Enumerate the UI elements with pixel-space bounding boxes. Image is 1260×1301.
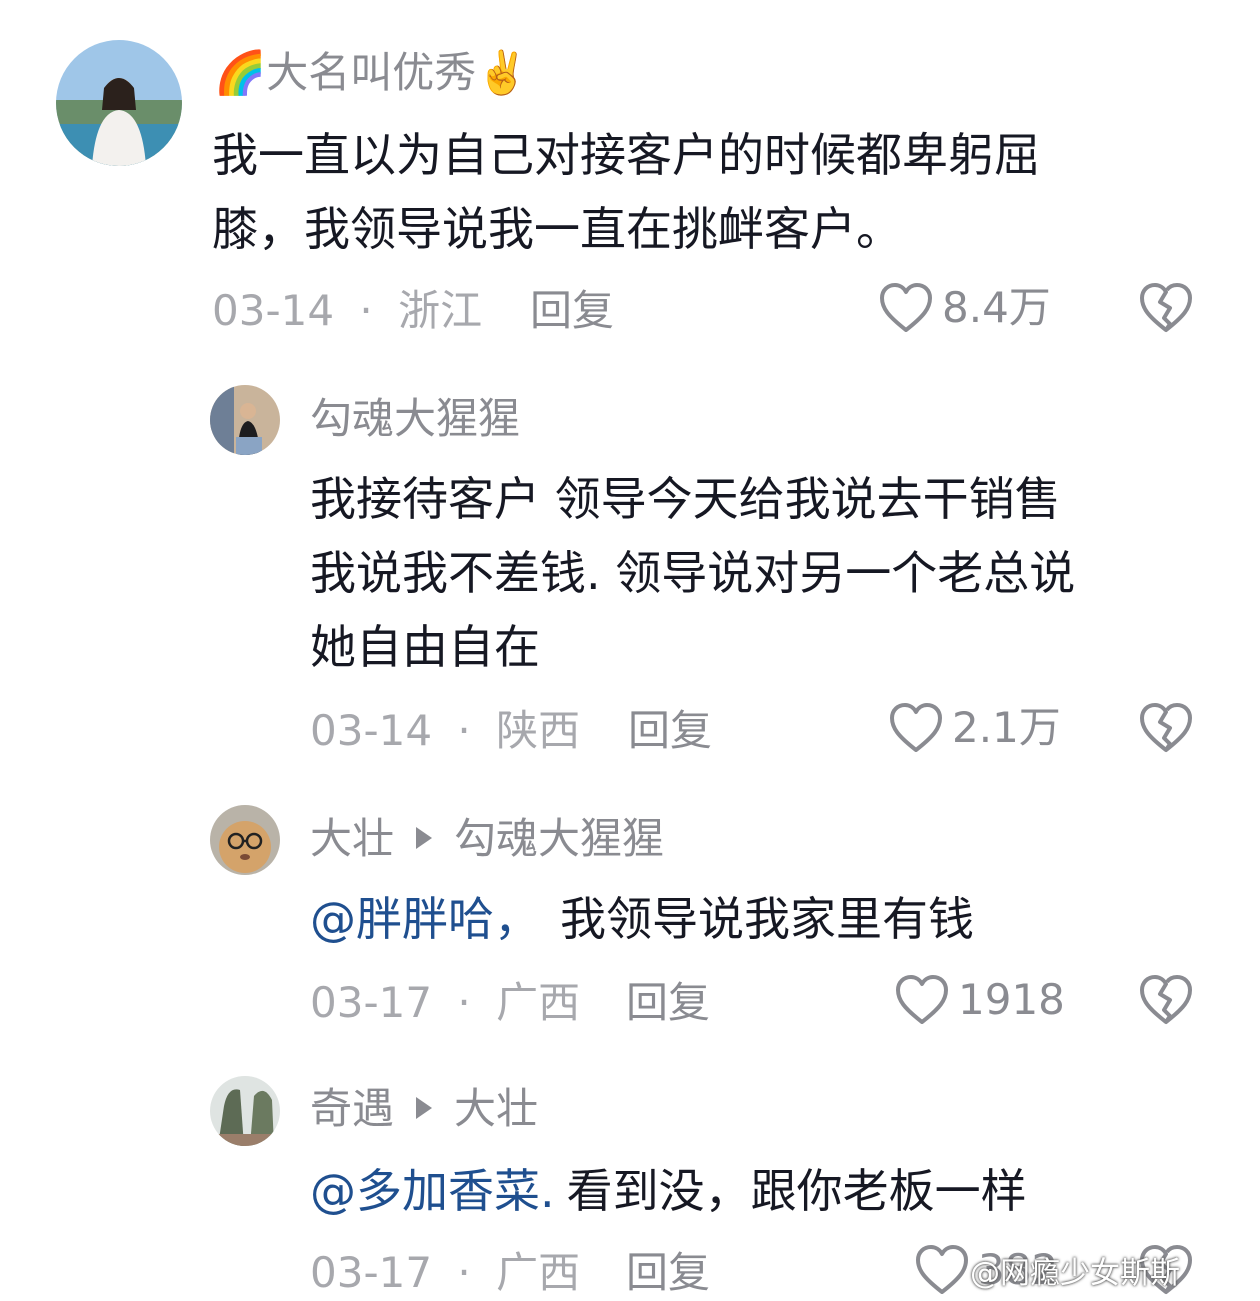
like-button[interactable]: 1918 (894, 974, 1065, 1026)
heart-outline-icon (890, 703, 942, 752)
comment-text: 我接待客户 领导今天给我说去干销售 我说我不差钱. 领导说对另一个老总说 她自由… (310, 472, 1076, 674)
comment-location: 浙江 (398, 286, 483, 335)
like-button[interactable]: 2.1万 (888, 702, 1061, 754)
comment-username[interactable]: 大壮 勾魂大猩猩 (310, 818, 664, 860)
like-count: 1918 (958, 975, 1065, 1024)
dislike-button[interactable] (1138, 702, 1194, 758)
avatar[interactable] (210, 805, 280, 875)
heart-outline-icon (880, 283, 932, 332)
triangle-right-icon (416, 826, 433, 849)
broken-heart-icon (1140, 975, 1192, 1024)
like-button[interactable]: 8.4万 (878, 282, 1051, 334)
broken-heart-icon (1140, 703, 1192, 752)
mention-link[interactable]: @胖胖哈， (310, 892, 540, 946)
comment-date: 03-14 (212, 286, 335, 335)
triangle-right-icon (416, 1096, 433, 1119)
watermark: @网瘾少女斯斯 (970, 1256, 1180, 1291)
comment-username[interactable]: 🌈大名叫优秀✌️ (214, 52, 529, 94)
comment-location: 广西 (496, 1248, 581, 1297)
dislike-button[interactable] (1138, 282, 1194, 338)
reply-button[interactable]: 回复 (626, 982, 710, 1024)
comment-date: 03-14 (310, 706, 433, 755)
avatar[interactable] (56, 40, 182, 166)
comment-location: 陕西 (496, 706, 581, 755)
comment-text: @胖胖哈， 我领导说我家里有钱 (310, 892, 974, 946)
comment-location: 广西 (496, 978, 581, 1027)
comment-date: 03-17 (310, 978, 433, 1027)
reply-button[interactable]: 回复 (626, 1252, 710, 1294)
broken-heart-icon (1140, 283, 1192, 332)
avatar[interactable] (210, 385, 280, 455)
comment-username[interactable]: 奇遇 大壮 (310, 1088, 538, 1130)
reply-button[interactable]: 回复 (628, 710, 712, 752)
reply-to-username[interactable]: 大壮 (454, 1084, 538, 1133)
mention-link[interactable]: @多加香菜. (310, 1164, 555, 1218)
avatar[interactable] (210, 1076, 280, 1146)
comment-date: 03-17 (310, 1248, 433, 1297)
dislike-button[interactable] (1138, 974, 1194, 1030)
comment-text: 我一直以为自己对接客户的时候都卑躬屈 膝，我领导说我一直在挑衅客户。 (212, 128, 1040, 256)
comment-username[interactable]: 勾魂大猩猩 (310, 398, 520, 440)
heart-outline-icon (916, 1245, 968, 1294)
comment-meta: 03-17 · 广西 (310, 978, 581, 1027)
comment-meta: 03-17 · 广西 (310, 1248, 581, 1297)
like-count: 2.1万 (952, 703, 1061, 752)
like-count: 8.4万 (942, 283, 1051, 332)
comment-meta: 03-14 · 陕西 (310, 706, 581, 755)
comment-meta: 03-14 · 浙江 (212, 286, 483, 335)
rainbow-icon: 🌈 (214, 48, 267, 97)
comment-text: @多加香菜. 看到没，跟你老板一样 (310, 1164, 1027, 1218)
heart-outline-icon (896, 975, 948, 1024)
reply-button[interactable]: 回复 (530, 290, 614, 332)
victory-hand-icon: ✌️ (476, 48, 529, 97)
reply-to-username[interactable]: 勾魂大猩猩 (454, 814, 664, 863)
